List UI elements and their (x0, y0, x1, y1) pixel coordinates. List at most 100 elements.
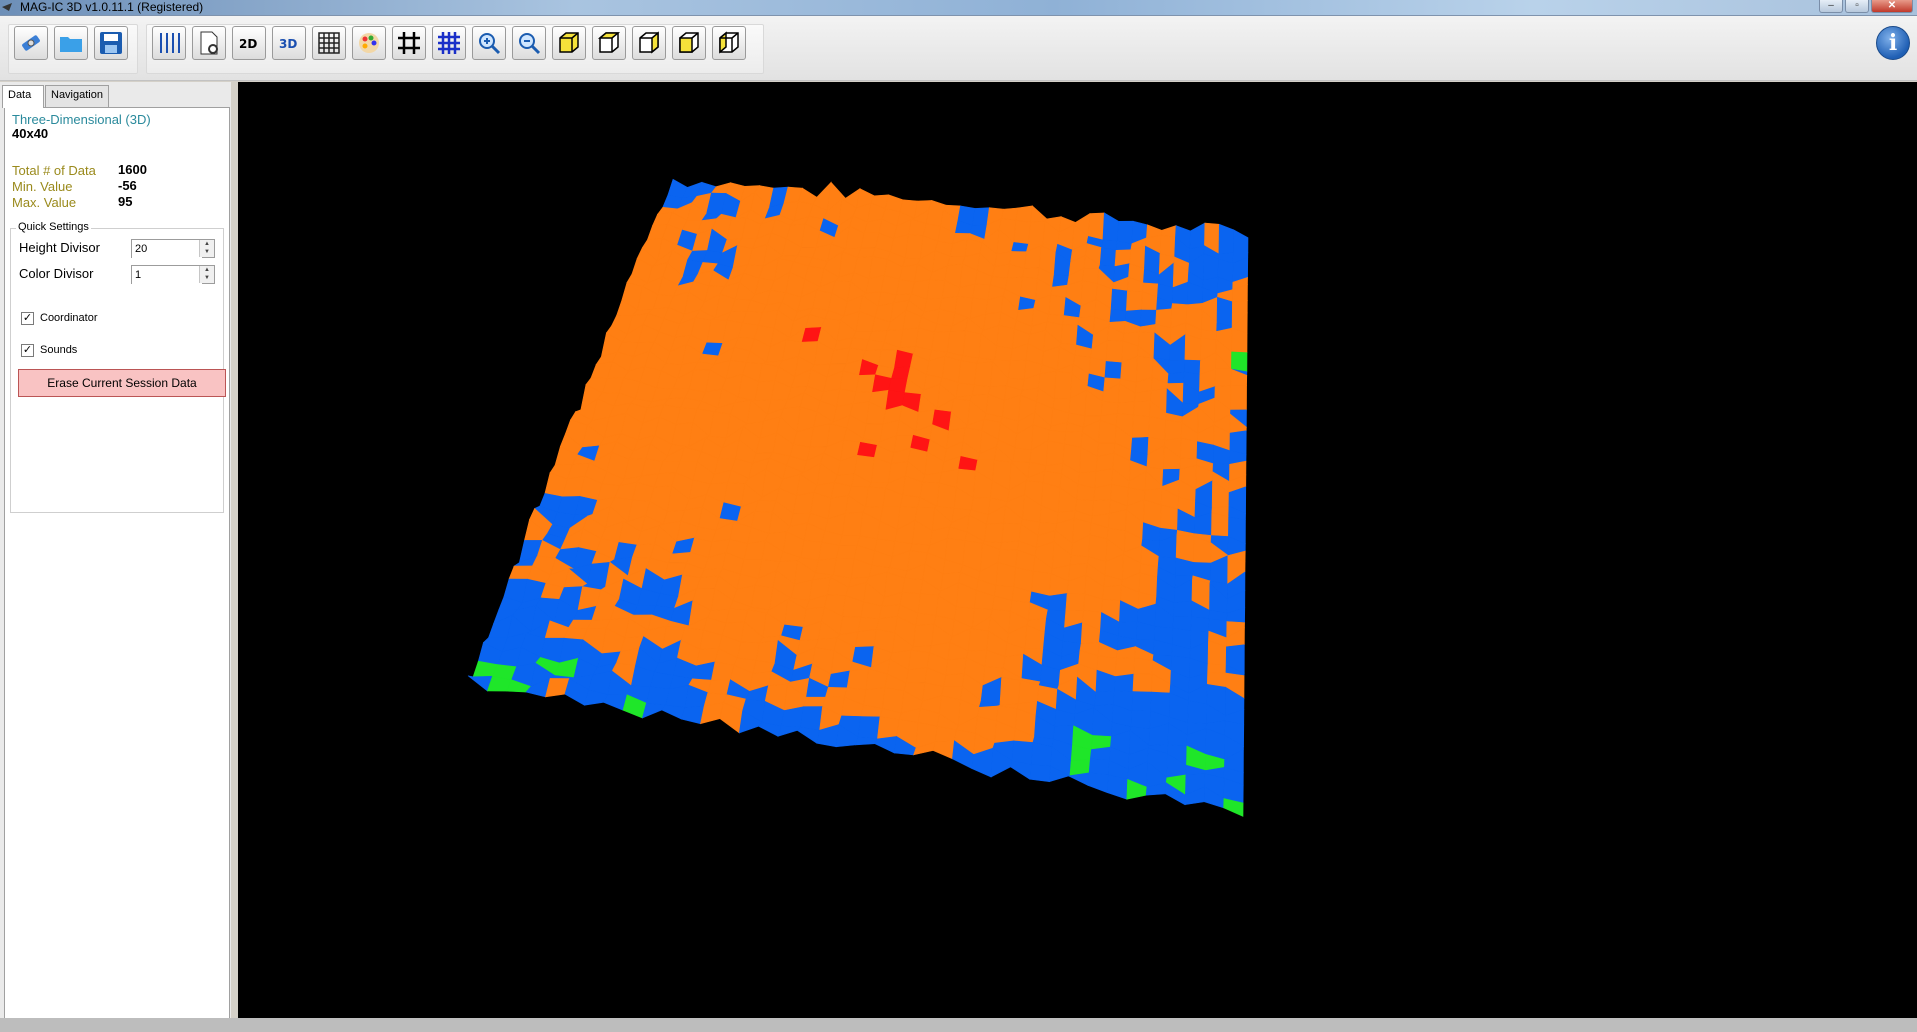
zoom-out-button[interactable] (512, 26, 546, 60)
surface-cell (999, 677, 1021, 706)
hash-grid-blue-button[interactable] (432, 26, 466, 60)
surface-cell (958, 360, 977, 386)
surface-cell (755, 640, 779, 664)
panel-splitter[interactable] (231, 82, 238, 1027)
spin-down-icon[interactable]: ▼ (200, 248, 214, 256)
color-divisor-arrows[interactable]: ▲ ▼ (199, 266, 214, 283)
surface-cell (838, 534, 861, 546)
surface-cell (857, 716, 881, 740)
3d-viewport[interactable] (238, 82, 1917, 1018)
sounds-checkbox[interactable]: ✓ (21, 344, 34, 357)
surface-cell (968, 628, 989, 652)
view-2d-button[interactable]: 2D (232, 26, 266, 60)
height-divisor-label: Height Divisor (19, 240, 100, 255)
surface-cell (1164, 419, 1183, 441)
cube-view-3-button[interactable] (632, 26, 666, 60)
surface-cell (1045, 440, 1065, 467)
minimize-button[interactable]: – (1819, 0, 1843, 13)
surface-cell (1109, 308, 1127, 323)
surface-cell (680, 705, 705, 725)
surface-cell (700, 702, 724, 725)
surface-cell (1230, 385, 1247, 411)
save-button[interactable] (94, 26, 128, 60)
arrows-vertical-icon (160, 33, 180, 53)
surface-cell (1013, 219, 1031, 245)
tab-navigation[interactable]: Navigation (45, 85, 109, 107)
palette-button[interactable] (352, 26, 386, 60)
surface-cell (936, 482, 957, 509)
surface-cell (777, 725, 802, 737)
stat-max-value: 95 (118, 194, 133, 209)
cube-view-2-button[interactable] (592, 26, 626, 60)
grid-icon (318, 32, 340, 54)
tab-data[interactable]: Data (2, 85, 44, 108)
spin-up-icon[interactable]: ▲ (200, 240, 214, 248)
color-divisor-input[interactable] (132, 266, 202, 284)
zoom-in-button[interactable] (472, 26, 506, 60)
sounds-label: Sounds (40, 344, 78, 356)
surface-cell (1102, 212, 1119, 242)
surface-cell (1132, 414, 1150, 439)
surface-cell (932, 740, 955, 760)
open-button[interactable] (54, 26, 88, 60)
satellite-icon (22, 35, 40, 51)
surface-cell (1159, 235, 1176, 258)
stat-max-label: Max. Value (12, 195, 77, 210)
spin-down-icon[interactable]: ▼ (200, 274, 214, 282)
surface-cell (1131, 691, 1152, 712)
grid-button[interactable] (312, 26, 346, 60)
surface-cell (1047, 593, 1068, 612)
surface-cell (1160, 504, 1179, 531)
hash-grid-button[interactable] (392, 26, 426, 60)
surface-cell (711, 661, 735, 681)
erase-session-button[interactable]: Erase Current Session Data (18, 369, 226, 397)
view-3d-button[interactable]: 3D (272, 26, 306, 60)
surface-cell (999, 540, 1020, 551)
height-divisor-arrows[interactable]: ▲ ▼ (199, 240, 214, 257)
cube-view-4-button[interactable] (672, 26, 706, 60)
height-divisor-input[interactable] (132, 240, 202, 258)
surface-cell (1054, 370, 1073, 400)
surface-cell (1200, 329, 1217, 340)
status-bar (0, 1018, 1917, 1032)
spin-up-icon[interactable]: ▲ (200, 266, 214, 274)
maximize-button[interactable]: ▫ (1845, 0, 1869, 13)
surface-cell (1115, 657, 1135, 677)
quick-settings-title: Quick Settings (16, 221, 91, 233)
color-divisor-stepper[interactable]: ▲▼ (131, 265, 215, 284)
document-search-button[interactable] (192, 26, 226, 60)
cube-view-5-icon (719, 31, 739, 54)
surface-cell (1114, 673, 1135, 692)
surface-cell (917, 593, 939, 616)
close-button[interactable]: ✕ (1871, 0, 1913, 13)
surface-cell (800, 540, 823, 561)
cube-view-1-button[interactable] (552, 26, 586, 60)
surface-cell (842, 511, 864, 537)
coordinator-checkbox[interactable]: ✓ (21, 312, 34, 325)
info-button[interactable]: i (1876, 26, 1910, 60)
surface-cell (1031, 742, 1053, 767)
surface-cell (1173, 600, 1193, 618)
surface-cell (1095, 452, 1115, 472)
surface-cell (1011, 242, 1029, 253)
surface-cell (878, 349, 898, 369)
surface-cell (1094, 690, 1115, 707)
info-icon: i (1888, 30, 1898, 56)
surface-cell (661, 704, 686, 720)
3d-surface-plot[interactable] (238, 82, 1917, 1018)
surface-cell (1130, 710, 1151, 730)
cube-view-5-button[interactable] (712, 26, 746, 60)
surface-cell (1175, 534, 1195, 563)
surface-cell (928, 200, 947, 210)
surface-cell (1189, 222, 1206, 250)
data-tab-page: Three-Dimensional (3D) 40x40 Total # of … (4, 107, 230, 1025)
satellite-button[interactable] (14, 26, 48, 60)
height-divisor-stepper[interactable]: ▲▼ (131, 239, 215, 258)
surface-cell (1229, 430, 1247, 455)
surface-cell (751, 585, 774, 611)
surface-cell (1029, 764, 1051, 783)
vertical-scale-button[interactable] (152, 26, 186, 60)
stat-min-label: Min. Value (12, 179, 73, 194)
surface-cell (1099, 247, 1117, 267)
surface-cell (1233, 229, 1249, 253)
